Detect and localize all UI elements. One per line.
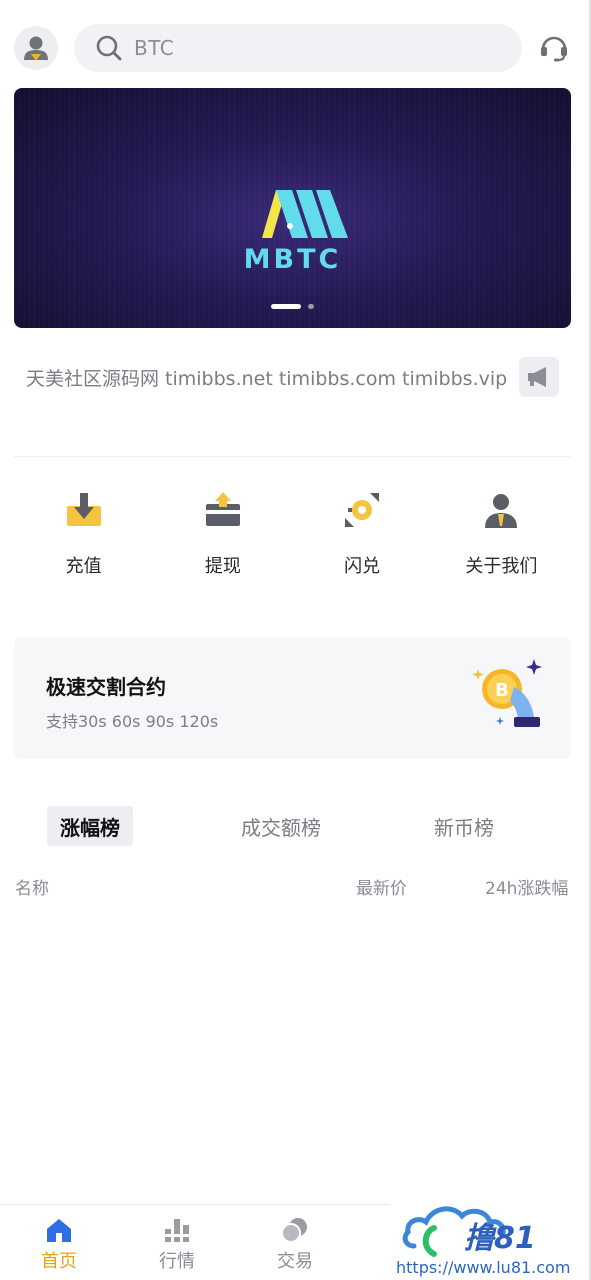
withdraw-icon — [205, 492, 240, 526]
promo-title: 极速交割合约 — [46, 675, 166, 699]
nav-home-label: 首页 — [41, 1251, 77, 1272]
deposit-icon — [66, 493, 101, 526]
column-header-price: 最新价 — [356, 879, 407, 899]
nav-trade-label: 交易 — [277, 1251, 313, 1272]
search-icon — [96, 35, 122, 61]
column-header-name: 名称 — [15, 879, 49, 899]
home-icon — [47, 1219, 71, 1242]
search-input[interactable]: BTC — [74, 24, 522, 72]
notice-marquee-text[interactable]: 天美社区源码网 timibbs.net timibbs.com timibbs.… — [26, 364, 507, 391]
action-about-us-label: 关于我们 — [465, 556, 538, 577]
customer-support-button[interactable] — [536, 30, 572, 66]
action-flash-swap[interactable]: 闪兑 — [293, 480, 432, 590]
fast-contract-card[interactable]: 极速交割合约 支持30s 60s 90s 120s B — [14, 637, 571, 759]
nav-home[interactable]: 首页 — [0, 1205, 118, 1280]
tab-top-gainers[interactable]: 涨幅榜 — [47, 806, 133, 846]
action-about-us[interactable]: 关于我们 — [432, 480, 571, 590]
banner-brand-text: MBTC — [243, 244, 342, 275]
nav-market-label: 行情 — [159, 1251, 195, 1272]
trade-coins-icon — [281, 1218, 307, 1243]
quick-actions: 充值 提现 闪兑 关于我们 — [14, 480, 571, 590]
bitcoin-hand-icon: B — [472, 659, 542, 727]
megaphone-icon — [528, 367, 546, 387]
headset-icon — [541, 36, 567, 62]
nav-trade[interactable]: 交易 — [236, 1205, 354, 1280]
watermark-url: https://www.lu81.com — [396, 1258, 571, 1277]
action-flash-swap-label: 闪兑 — [344, 556, 381, 577]
carousel-dot-active[interactable] — [271, 304, 301, 309]
bottom-navigation: 首页 行情 交易 — [0, 1204, 390, 1280]
action-withdraw-label: 提现 — [204, 556, 241, 577]
flash-swap-icon — [345, 493, 380, 527]
action-deposit[interactable]: 充值 — [14, 480, 153, 590]
carousel-dot[interactable] — [308, 304, 314, 309]
market-chart-icon — [163, 1219, 191, 1242]
user-avatar-icon — [24, 36, 48, 61]
tab-new-coins[interactable]: 新币榜 — [421, 806, 507, 846]
user-avatar-button[interactable] — [14, 26, 58, 70]
announcement-button[interactable] — [519, 357, 559, 397]
promo-banner-carousel[interactable]: MBTC — [14, 88, 571, 328]
nav-market[interactable]: 行情 — [118, 1205, 236, 1280]
action-deposit-label: 充值 — [65, 556, 102, 577]
column-header-change: 24h涨跌幅 — [485, 879, 569, 899]
svg-text:B: B — [495, 680, 509, 701]
section-divider — [14, 456, 571, 457]
search-placeholder: BTC — [134, 36, 175, 60]
promo-subtitle: 支持30s 60s 90s 120s — [46, 712, 219, 731]
watermark-logo-text: 撸81 — [464, 1221, 536, 1256]
action-withdraw[interactable]: 提现 — [153, 480, 292, 590]
mbtc-logo-icon — [262, 190, 348, 238]
tab-volume[interactable]: 成交额榜 — [222, 806, 340, 846]
about-us-icon — [485, 494, 518, 528]
